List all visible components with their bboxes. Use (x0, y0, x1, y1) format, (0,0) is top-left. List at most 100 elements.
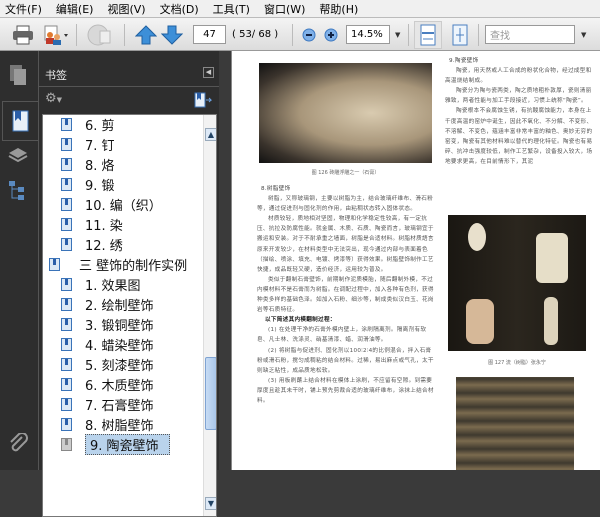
menu-file[interactable]: 文件(F) (5, 1, 51, 17)
menu-document[interactable]: 文档(D) (160, 1, 208, 17)
menu-tools[interactable]: 工具(T) (213, 1, 259, 17)
menu-window[interactable]: 窗口(W) (264, 1, 314, 17)
pane-splitter[interactable] (219, 51, 231, 470)
bookmark-icon (61, 378, 72, 391)
paragraph: (1) 在处理干净的石膏外模内壁上，涂刷隔离剂。隔离剂有软皂、凡士林、洗涤灵、硝… (257, 327, 427, 344)
menu-bar: 文件(F) 编辑(E) 视图(V) 文档(D) 工具(T) 窗口(W) 帮助(H… (0, 0, 600, 17)
search-input[interactable]: 查找 (485, 25, 575, 44)
bookmark-icon (61, 338, 72, 351)
bookmark-item[interactable]: 7. 石膏壁饰 (43, 394, 205, 414)
bookmark-icon (61, 238, 72, 251)
fit-page-button[interactable] (448, 23, 472, 47)
bookmark-item[interactable]: 10. 编（织） (43, 194, 205, 214)
bookmark-item[interactable]: 3. 锻铜壁饰 (43, 314, 205, 334)
next-page-button[interactable] (160, 23, 184, 47)
fit-page-icon (452, 24, 468, 46)
paragraph: 树脂，又称玻璃钢，主要以树脂为主，结合玻璃纤维布、滑石粉等，通过促进剂与固化剂的… (257, 196, 434, 213)
bookmark-label: 8. 树脂壁饰 (85, 418, 154, 434)
gear-icon: ⚙ (45, 91, 57, 106)
bookmark-item[interactable]: 5. 刻漆壁饰 (43, 354, 205, 374)
bookmark-item[interactable]: 12. 绣 (43, 234, 205, 254)
bookmark-icon (61, 418, 72, 431)
bookmark-label: 9. 锻 (85, 178, 115, 194)
bookmark-scrollbar[interactable]: ▲ ▼ (203, 115, 216, 516)
bookmark-item[interactable]: 4. 蜡染壁饰 (43, 334, 205, 354)
share-button[interactable] (84, 23, 114, 47)
previous-page-button[interactable] (134, 23, 158, 47)
toolbar: 47 ( 53∕ 68 ) 14.5% ▼ 查找 ▼ (0, 17, 600, 51)
heading: 9.陶瓷壁饰 (449, 58, 479, 64)
bookmark-icon (61, 138, 72, 151)
bookmark-item[interactable]: 8. 树脂壁饰 (43, 414, 205, 434)
bookmark-label: 3. 锻铜壁饰 (85, 318, 154, 334)
bookmark-item[interactable]: 2. 绘制壁饰 (43, 294, 205, 314)
bookmark-icon (61, 358, 72, 371)
bookmark-label: 7. 钉 (85, 138, 115, 154)
bookmark-icon (61, 398, 72, 411)
expand-bookmark-button[interactable] (194, 92, 213, 112)
collapse-panel-button[interactable]: ◀ (203, 67, 214, 78)
zoom-level-input[interactable]: 14.5% (346, 25, 390, 44)
figure-caption-126: 图 126 砖雕浮雕之一（石膏） (311, 170, 380, 176)
bookmark-icon (61, 438, 72, 451)
bookmark-label: 6. 木质壁饰 (85, 378, 154, 394)
menu-help[interactable]: 帮助(H) (319, 1, 367, 17)
paragraph: 材质较轻，质地相对坚固，物理和化学稳定性较高，有一定抗压、抗拉及防腐性能。就金属… (257, 216, 434, 273)
scroll-up-button[interactable]: ▲ (205, 128, 216, 141)
zoom-out-button[interactable] (300, 23, 318, 47)
bookmark-icon (61, 298, 72, 311)
menu-edit[interactable]: 编辑(E) (56, 1, 103, 17)
layers-icon (8, 148, 28, 163)
zoom-dropdown-caret[interactable]: ▼ (395, 31, 400, 39)
scroll-down-button[interactable]: ▼ (205, 497, 216, 510)
bookmark-label: 三 壁饰的制作实例 (79, 258, 188, 274)
bookmark-goto-icon (194, 92, 213, 108)
bookmark-label: 5. 刻漆壁饰 (85, 358, 154, 374)
globe-icon (87, 24, 111, 46)
bookmark-item[interactable]: 8. 烙 (43, 154, 205, 174)
options-button[interactable]: ⚙▼ (45, 91, 62, 106)
model-tree-button[interactable] (6, 179, 30, 203)
heading: 8.树脂壁饰 (261, 186, 291, 192)
bookmark-label: 10. 编（织） (85, 198, 162, 214)
sculpture-photo (448, 215, 586, 351)
bookmark-icon (61, 178, 72, 191)
bookmarks-panel: 书签 ◀ ⚙▼ 6. 剪 7. 钉 8. 烙 9. 锻 10. 编（织） 11. 染 12.… (38, 51, 220, 517)
relief-photo (259, 63, 432, 163)
search-dropdown-caret[interactable]: ▼ (581, 31, 586, 39)
page-number-input[interactable]: 47 (193, 25, 226, 44)
paragraph: (2) 将树脂与促进剂、固化剂以100∶2∶4的比例混合，拌入石膏粉或滑石粉，搅… (257, 347, 434, 374)
figure-caption-127: 图 127 流（树脂）张永宁 (488, 360, 546, 366)
bookmark-icon (49, 258, 60, 271)
page-count: ( 53∕ 68 ) (232, 29, 279, 40)
bookmark-item[interactable]: 6. 木质壁饰 (43, 374, 205, 394)
plus-circle-icon (324, 28, 338, 42)
bookmark-tree: 6. 剪 7. 钉 8. 烙 9. 锻 10. 编（织） 11. 染 12. 绣三 壁饰的制… (42, 114, 217, 517)
pages-panel-button[interactable] (6, 63, 30, 87)
bookmark-item[interactable]: 9. 陶瓷壁饰 (43, 433, 205, 455)
bookmark-item[interactable]: 6. 剪 (43, 115, 205, 134)
paragraph: 陶瓷，用天然或人工合成的粉状化合物，经过成型和高温烧结制成。 (445, 68, 592, 85)
scrollbar-thumb[interactable] (205, 357, 216, 430)
attachments-button[interactable] (6, 431, 30, 455)
bookmark-item[interactable]: 7. 钉 (43, 134, 205, 154)
fit-width-button[interactable] (414, 21, 442, 49)
print-button[interactable] (10, 23, 36, 47)
bookmark-label: 9. 陶瓷壁饰 (85, 433, 170, 455)
bookmark-label: 7. 石膏壁饰 (85, 398, 154, 414)
bookmark-item[interactable]: 11. 染 (43, 214, 205, 234)
menu-view[interactable]: 视图(V) (107, 1, 154, 17)
fit-width-icon (420, 24, 436, 46)
bookmark-item[interactable]: 9. 锻 (43, 174, 205, 194)
layers-panel-button[interactable] (6, 143, 30, 167)
bookmarks-panel-tab[interactable] (2, 101, 39, 141)
bookmark-item[interactable]: 1. 效果图 (43, 274, 205, 294)
heading: 以下简述其内模翻制过程： (265, 317, 336, 324)
bookmark-label: 6. 剪 (85, 118, 115, 134)
bookmark-label: 1. 效果图 (85, 278, 141, 294)
bookmark-label: 4. 蜡染壁饰 (85, 338, 154, 354)
collaborate-button[interactable] (40, 23, 70, 47)
zoom-in-button[interactable] (322, 23, 340, 47)
bookmark-item[interactable]: 三 壁饰的制作实例 (43, 254, 205, 274)
document-page: 图 126 砖雕浮雕之一（石膏） 8.树脂壁饰树脂，又称玻璃钢，主要以树脂为主，… (231, 51, 600, 470)
